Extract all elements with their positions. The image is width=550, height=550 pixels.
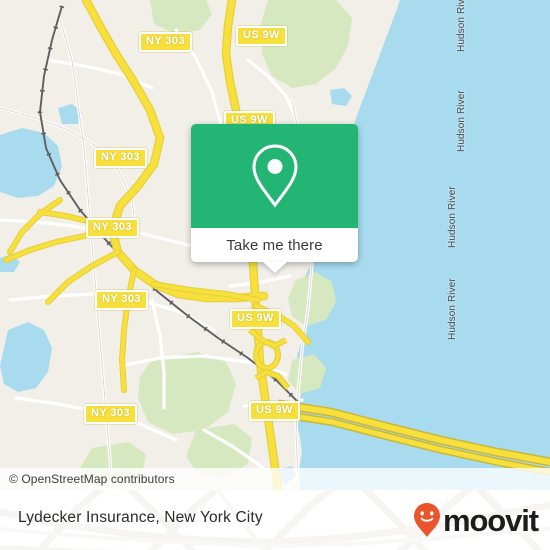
location-title: Lydecker Insurance, New York City	[18, 509, 263, 526]
road-shield-ny303-lower[interactable]: NY 303	[95, 290, 148, 310]
road-shield-ny303-south[interactable]: NY 303	[84, 404, 137, 424]
road-shield-us9w-mid[interactable]: US 9W	[230, 309, 281, 329]
moovit-logo[interactable]: moovit	[412, 502, 539, 538]
road-shield-us9w-north[interactable]: US 9W	[236, 26, 287, 46]
map-canvas[interactable]: NY 303 US 9W US 9W NY 303 NY 303 NY 303 …	[0, 0, 550, 490]
road-shield-ny303-north[interactable]: NY 303	[139, 32, 192, 52]
moovit-wordmark: moovit	[442, 502, 539, 538]
map-pin-icon	[251, 144, 298, 208]
location-popup-card[interactable]: Take me there	[191, 124, 358, 273]
road-shield-us9w-south[interactable]: US 9W	[249, 401, 300, 421]
road-shield-ny303-upper[interactable]: NY 303	[94, 148, 147, 168]
map-attribution-bar: © OpenStreetMap contributors	[0, 468, 550, 490]
road-shield-ny303-mid[interactable]: NY 303	[86, 218, 139, 238]
water-label-hudson-river-1: Hudson River	[456, 0, 467, 52]
attribution-text[interactable]: © OpenStreetMap contributors	[0, 472, 175, 486]
moovit-smiley-pin-icon	[413, 503, 440, 537]
water-label-hudson-river-4: Hudson River	[447, 278, 458, 340]
water-label-hudson-river-3: Hudson River	[447, 186, 458, 248]
popup-header	[191, 124, 358, 228]
popup-footer[interactable]: Take me there	[191, 228, 358, 273]
take-me-there-label: Take me there	[226, 236, 323, 254]
water-label-hudson-river-2: Hudson River	[456, 90, 467, 152]
map-screenshot-page: NY 303 US 9W US 9W NY 303 NY 303 NY 303 …	[0, 0, 550, 550]
bottom-info-bar: Lydecker Insurance, New York City moovit	[0, 490, 550, 550]
popup-pointer-tail	[262, 262, 287, 273]
